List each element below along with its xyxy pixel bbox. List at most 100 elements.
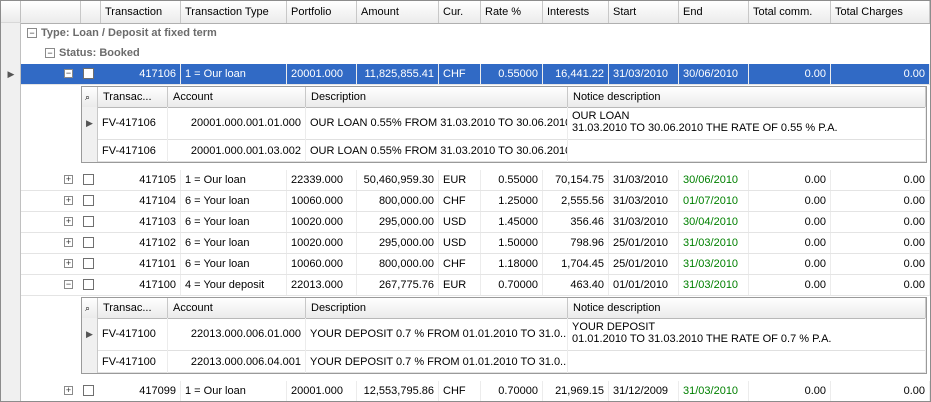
expand-icon[interactable]: + (64, 217, 73, 226)
cell-cur: CHF (439, 191, 481, 211)
cell-portfolio: 20001.000 (287, 64, 357, 84)
expand-icon[interactable]: + (64, 196, 73, 205)
cell-rate: 0.70000 (481, 381, 543, 401)
row-checkbox[interactable] (83, 258, 94, 269)
detail-grid: ⌕ Transac... Account Description Notice desc… (81, 297, 927, 374)
cell-id: 417104 (101, 191, 181, 211)
detail-column-header[interactable]: Account (168, 87, 306, 107)
row-checkbox[interactable] (83, 385, 94, 396)
cell-end: 31/03/2010 (679, 254, 749, 274)
cell-start: 31/03/2010 (609, 170, 679, 190)
detail-column-header[interactable]: Notice description (568, 298, 926, 318)
column-header-cur[interactable]: Cur. (439, 1, 481, 23)
cell-type: 1 = Our loan (181, 170, 287, 190)
detail-column-header[interactable]: Account (168, 298, 306, 318)
cell-id: 417100 (101, 275, 181, 295)
triangle-right-icon: ▶ (82, 318, 98, 351)
column-header-comm[interactable]: Total comm. (749, 1, 831, 23)
cell-type: 4 = Your deposit (181, 275, 287, 295)
expand-icon[interactable]: + (64, 238, 73, 247)
cell-cur: CHF (439, 64, 481, 84)
table-row[interactable]: +417102 6 = Your loan 10020.000 295,000.00 U… (21, 233, 930, 254)
magnifier-icon[interactable]: ⌕ (82, 298, 98, 318)
group-status-header[interactable]: − Status: Booked (45, 43, 140, 63)
collapse-icon[interactable]: − (64, 280, 73, 289)
table-row[interactable]: − 417106 1 = Our loan 20001.000 11,825,855.4… (21, 64, 930, 85)
cell-comm: 0.00 (749, 212, 831, 232)
notice-line-2: 01.01.2010 TO 31.03.2010 THE RATE OF 0.7… (572, 333, 832, 345)
column-header-id[interactable]: Transaction (101, 1, 181, 23)
row-checkbox[interactable] (83, 68, 94, 79)
detail-row[interactable]: FV-417106 20001.000.001.03.002 OUR LOAN 0.… (82, 140, 926, 162)
expand-icon[interactable]: + (64, 386, 73, 395)
table-row[interactable]: +417099 1 = Our loan 20001.000 12,553,795.8… (21, 381, 930, 401)
header-checkbox-col[interactable] (81, 1, 101, 23)
detail-row[interactable]: FV-417100 22013.000.006.04.001 YOUR DEPOSI… (82, 351, 926, 373)
cell-portfolio: 10020.000 (287, 233, 357, 253)
cell-type: 1 = Our loan (181, 64, 287, 84)
cell-comm: 0.00 (749, 233, 831, 253)
collapse-icon[interactable]: − (45, 48, 55, 59)
detail-cell-desc: YOUR DEPOSIT 0.7 % FROM 01.01.2010 TO 31… (306, 318, 568, 351)
detail-column-header[interactable]: Description (306, 298, 568, 318)
detail-column-header[interactable]: Description (306, 87, 568, 107)
column-header-type[interactable]: Transaction Type (181, 1, 287, 23)
cell-charges: 0.00 (831, 275, 930, 295)
column-header-portfolio[interactable]: Portfolio (287, 1, 357, 23)
cell-portfolio: 22339.000 (287, 170, 357, 190)
column-header-end[interactable]: End (679, 1, 749, 23)
detail-column-header[interactable]: Transac... (98, 298, 168, 318)
column-header-start[interactable]: Start (609, 1, 679, 23)
cell-charges: 0.00 (831, 170, 930, 190)
row-checkbox[interactable] (83, 237, 94, 248)
table-row[interactable]: +417101 6 = Your loan 10060.000 800,000.00 C… (21, 254, 930, 275)
column-header-charges[interactable]: Total Charges (831, 1, 930, 23)
cell-rate: 0.55000 (481, 170, 543, 190)
cell-end: 30/06/2010 (679, 64, 749, 84)
cell-comm: 0.00 (749, 254, 831, 274)
group-type-header[interactable]: − Type: Loan / Deposit at fixed term (27, 23, 217, 43)
column-header-interests[interactable]: Interests (543, 1, 609, 23)
cell-cur: EUR (439, 275, 481, 295)
grid-header: Transaction Transaction Type Portfolio Amou… (1, 1, 930, 24)
triangle-right-icon: ▶ (7, 69, 15, 79)
detail-row[interactable]: ▶ FV-417106 20001.000.001.01.000 OUR LOAN 0… (82, 107, 926, 140)
cell-comm: 0.00 (749, 381, 831, 401)
cell-start: 01/01/2010 (609, 275, 679, 295)
cell-id: 417101 (101, 254, 181, 274)
cell-id: 417103 (101, 212, 181, 232)
cell-start: 25/01/2010 (609, 233, 679, 253)
cell-charges: 0.00 (831, 233, 930, 253)
row-indicator (82, 351, 98, 373)
collapse-icon[interactable]: − (27, 28, 37, 39)
magnifier-icon[interactable]: ⌕ (82, 87, 98, 107)
column-header-amount[interactable]: Amount (357, 1, 439, 23)
table-row[interactable]: +417103 6 = Your loan 10020.000 295,000.00 U… (21, 212, 930, 233)
column-header-rate[interactable]: Rate % (481, 1, 543, 23)
cell-portfolio: 22013.000 (287, 275, 357, 295)
row-checkbox[interactable] (83, 216, 94, 227)
group-status-label: Status: Booked (59, 47, 140, 59)
detail-column-header[interactable]: Transac... (98, 87, 168, 107)
table-row[interactable]: +417104 6 = Your loan 10060.000 800,000.00 C… (21, 191, 930, 212)
group-type-label: Type: Loan / Deposit at fixed term (41, 27, 217, 39)
detail-row[interactable]: ▶ FV-417100 22013.000.006.01.000 YOUR DEPOS… (82, 318, 926, 351)
row-checkbox[interactable] (83, 279, 94, 290)
cell-rate: 0.70000 (481, 275, 543, 295)
detail-cell-account: 22013.000.006.04.001 (168, 351, 306, 373)
row-checkbox[interactable] (83, 174, 94, 185)
detail-cell-notice: YOUR DEPOSIT 01.01.2010 TO 31.03.2010 THE… (568, 318, 926, 351)
cell-type: 1 = Our loan (181, 381, 287, 401)
detail-column-header[interactable]: Notice description (568, 87, 926, 107)
cell-end: 30/06/2010 (679, 170, 749, 190)
table-row[interactable]: − 417100 4 = Your deposit 22013.000 267,775.… (21, 275, 930, 296)
collapse-icon[interactable]: − (64, 69, 73, 78)
expand-icon[interactable]: + (64, 259, 73, 268)
row-checkbox[interactable] (83, 195, 94, 206)
cell-charges: 0.00 (831, 381, 930, 401)
notice-line-1: YOUR DEPOSIT (572, 321, 656, 333)
detail-cell-desc: OUR LOAN 0.55% FROM 31.03.2010 TO 30.06.… (306, 107, 568, 140)
expand-icon[interactable]: + (64, 175, 73, 184)
table-row[interactable]: +417105 1 = Our loan 22339.000 50,460,959.3… (21, 170, 930, 191)
detail-cell-desc: OUR LOAN 0.55% FROM 31.03.2010 TO 30.06.… (306, 140, 568, 162)
